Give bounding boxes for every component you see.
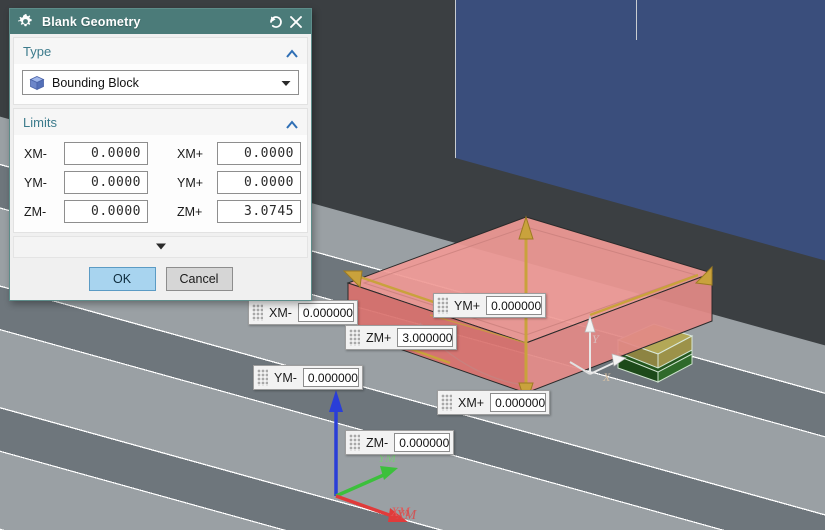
dialog-button-row: OK Cancel [10, 258, 311, 300]
limit-input-ym-minus[interactable]: 0.0000 [64, 171, 148, 194]
limits-panel: Limits XM- 0.0000 XM+ 0.0000 YM- 0.0000 … [13, 108, 308, 233]
type-panel: Type Bounding Block [13, 37, 308, 105]
limit-input-zm-plus[interactable]: 3.0745 [217, 200, 301, 223]
annotation-value-input[interactable]: 0.0000000 [486, 296, 543, 315]
annotation-zm-minus[interactable]: ZM- 0.0000000 [345, 430, 455, 455]
limit-label-ym-plus: YM+ [177, 175, 204, 190]
limit-input-zm-minus[interactable]: 0.0000 [64, 200, 148, 223]
type-section-title: Type [23, 43, 52, 59]
limits-section-header[interactable]: Limits [14, 109, 307, 135]
type-section-body: Bounding Block [14, 64, 307, 104]
application-window: Y X YM XM XM- 0.0000000 YM+ 0.000 [0, 0, 825, 530]
limit-label-zm-plus: ZM+ [177, 204, 203, 219]
chevron-up-icon[interactable] [285, 46, 299, 58]
type-dropdown-value: Bounding Block [52, 75, 139, 90]
limits-section-title: Limits [23, 114, 57, 130]
annotation-label: YM- [274, 370, 297, 385]
origin-triad: YM XM [318, 388, 448, 530]
close-icon[interactable] [287, 13, 305, 31]
grip-handle-icon[interactable] [437, 297, 448, 314]
annotation-ym-minus[interactable]: YM- 0.0000000 [253, 365, 363, 390]
blue-plane-edge [636, 0, 637, 40]
wcs-x-label: X [603, 370, 611, 384]
limit-label-xm-minus: XM- [24, 146, 47, 161]
origin-xm-label-far: XM [396, 508, 417, 523]
limit-input-xm-minus[interactable]: 0.0000 [64, 142, 148, 165]
chevron-up-icon[interactable] [285, 117, 299, 129]
type-section-header[interactable]: Type [14, 38, 307, 64]
annotation-label: XM- [269, 305, 292, 320]
annotation-xm-plus[interactable]: XM+ 0.0000000 [437, 390, 551, 415]
cancel-button[interactable]: Cancel [165, 267, 233, 291]
wcs-y-label: Y [592, 332, 599, 346]
annotation-value-input[interactable]: 3.0000000 [397, 328, 454, 347]
reset-icon[interactable] [267, 13, 285, 31]
annotation-zm-plus[interactable]: ZM+ 3.0000000 [345, 325, 458, 350]
annotation-value-input[interactable]: 0.0000000 [490, 393, 547, 412]
annotation-label: ZM- [366, 435, 389, 450]
annotation-label: XM+ [458, 395, 485, 410]
limit-input-xm-plus[interactable]: 0.0000 [217, 142, 301, 165]
grip-handle-icon[interactable] [441, 394, 452, 411]
grip-handle-icon[interactable] [349, 329, 360, 346]
annotation-label: ZM+ [366, 330, 392, 345]
chevron-down-icon[interactable] [278, 75, 294, 91]
dialog-titlebar[interactable]: Blank Geometry [10, 9, 311, 34]
type-dropdown[interactable]: Bounding Block [22, 70, 299, 95]
dialog-expander[interactable] [13, 236, 308, 258]
grip-handle-icon[interactable] [257, 369, 268, 386]
annotation-value-input[interactable]: 0.0000000 [302, 368, 359, 387]
limits-grid: XM- 0.0000 XM+ 0.0000 YM- 0.0000 YM+ 0.0… [14, 135, 307, 232]
dialog-title: Blank Geometry [42, 14, 141, 29]
ok-button[interactable]: OK [88, 267, 156, 291]
gear-icon [18, 14, 33, 29]
annotation-label: YM+ [454, 298, 481, 313]
annotation-ym-plus[interactable]: YM+ 0.0000000 [433, 293, 547, 318]
chevron-down-icon [153, 238, 169, 256]
limit-label-zm-minus: ZM- [24, 204, 47, 219]
limit-label-xm-plus: XM+ [177, 146, 204, 161]
annotation-value-input[interactable]: 0.0000000 [297, 303, 354, 322]
wcs-triad: Y X [568, 312, 628, 390]
limit-input-ym-plus[interactable]: 0.0000 [217, 171, 301, 194]
limit-label-ym-minus: YM- [24, 175, 47, 190]
annotation-xm-minus[interactable]: XM- 0.0000000 [248, 300, 358, 325]
blank-geometry-dialog: Blank Geometry Type Bounding Block Limit… [9, 8, 312, 301]
cube-icon [29, 75, 45, 91]
grip-handle-icon[interactable] [252, 304, 263, 321]
annotation-value-input[interactable]: 0.0000000 [394, 433, 451, 452]
grip-handle-icon[interactable] [349, 434, 360, 451]
